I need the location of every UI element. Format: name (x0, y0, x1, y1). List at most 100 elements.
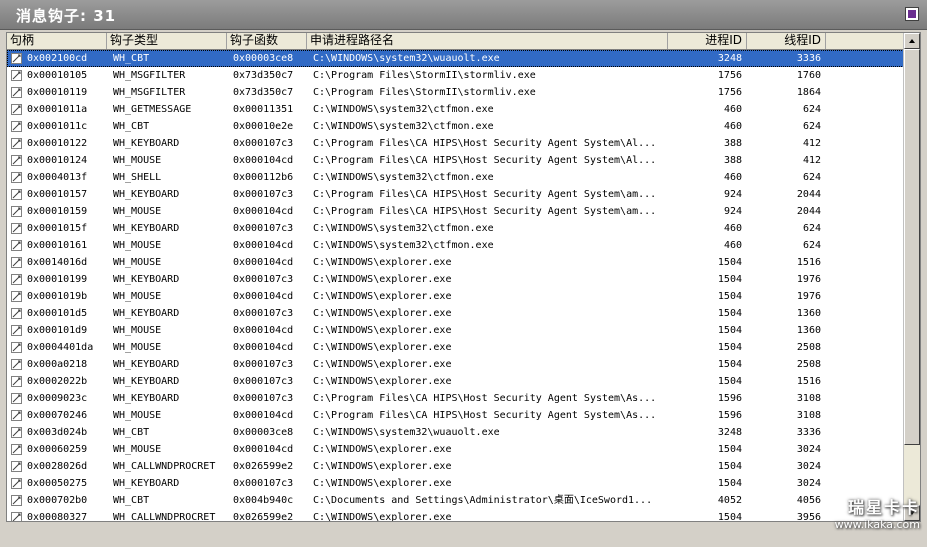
cell-process-path: C:\Program Files\CA HIPS\Host Security A… (313, 206, 657, 217)
table-row[interactable]: 0x003d024b WH_CBT 0x00003ce8 C:\WINDOWS\sys… (7, 424, 904, 441)
cell-hook-type: WH_CALLWNDPROCRET (113, 461, 216, 472)
table-row[interactable]: 0x0001011c WH_CBT 0x00010e2e C:\WINDOWS\sys… (7, 118, 904, 135)
table-row[interactable]: 0x00010199 WH_KEYBOARD 0x000107c3 C:\WINDOW… (7, 271, 904, 288)
table-row[interactable]: 0x00010119 WH_MSGFILTER 0x73d350c7 C:\Progr… (7, 84, 904, 101)
table-row[interactable]: 0x00010105 WH_MSGFILTER 0x73d350c7 C:\Progr… (7, 67, 904, 84)
table-row[interactable]: 0x00010161 WH_MOUSE 0x000104cd C:\WINDOWS\s… (7, 237, 904, 254)
cell-handle: 0x00080327 (27, 512, 88, 522)
cell-hook-type: WH_KEYBOARD (113, 478, 180, 489)
cell-pid: 460 (723, 223, 742, 234)
table-row[interactable]: 0x0001011a WH_GETMESSAGE 0x00011351 C:\WIND… (7, 101, 904, 118)
table-row[interactable]: 0x002100cd WH_CBT 0x00003ce8 C:\WINDOWS\sys… (7, 50, 904, 67)
table-row[interactable]: 0x000101d9 WH_MOUSE 0x000104cd C:\WINDOWS\e… (7, 322, 904, 339)
hook-entry-icon (11, 376, 22, 387)
cell-process-path: C:\Program Files\CA HIPS\Host Security A… (313, 155, 657, 166)
cell-hook-function: 0x000107c3 (233, 308, 294, 319)
table-row[interactable]: 0x00010159 WH_MOUSE 0x000104cd C:\Program F… (7, 203, 904, 220)
hook-entry-icon (11, 274, 22, 285)
cell-process-path: C:\WINDOWS\explorer.exe (313, 444, 452, 455)
table-row[interactable]: 0x000a0218 WH_KEYBOARD 0x000107c3 C:\WINDOW… (7, 356, 904, 373)
cell-tid: 2508 (796, 359, 821, 370)
column-header-pid[interactable]: 进程ID (668, 33, 747, 49)
hook-entry-icon (11, 342, 22, 353)
table-row[interactable]: 0x00050275 WH_KEYBOARD 0x000107c3 C:\WINDOW… (7, 475, 904, 492)
cell-handle: 0x0004013f (27, 172, 88, 183)
table-row[interactable]: 0x0014016d WH_MOUSE 0x000104cd C:\WINDOWS\e… (7, 254, 904, 271)
cell-tid: 624 (802, 223, 821, 234)
hook-entry-icon (11, 308, 22, 319)
cell-process-path: C:\Program Files\CA HIPS\Host Security A… (313, 138, 657, 149)
scrollbar-thumb[interactable] (904, 49, 920, 445)
hook-entry-icon (11, 461, 22, 472)
hook-list[interactable]: 句柄 钩子类型 钩子函数 申请进程路径名 进程ID 线程ID 0x002100c… (6, 32, 921, 522)
vertical-scrollbar[interactable] (903, 33, 920, 521)
cell-process-path: C:\WINDOWS\system32\ctfmon.exe (313, 223, 494, 234)
cell-tid: 2508 (796, 342, 821, 353)
scroll-up-icon[interactable] (904, 33, 920, 49)
cell-pid: 3248 (717, 427, 742, 438)
cell-handle: 0x00010105 (27, 70, 88, 81)
table-row[interactable]: 0x0028026d WH_CALLWNDPROCRET 0x026599e2 C:\… (7, 458, 904, 475)
cell-hook-type: WH_GETMESSAGE (113, 104, 192, 115)
cell-handle: 0x0004401da (27, 342, 94, 353)
cell-handle: 0x00060259 (27, 444, 88, 455)
cell-process-path: C:\WINDOWS\explorer.exe (313, 512, 452, 522)
cell-tid: 3024 (796, 478, 821, 489)
table-row[interactable]: 0x0004013f WH_SHELL 0x000112b6 C:\WINDOWS\s… (7, 169, 904, 186)
cell-process-path: C:\WINDOWS\explorer.exe (313, 359, 452, 370)
cell-process-path: C:\WINDOWS\explorer.exe (313, 376, 452, 387)
cell-process-path: C:\WINDOWS\explorer.exe (313, 342, 452, 353)
hook-entry-icon (11, 70, 22, 81)
cell-handle: 0x00010122 (27, 138, 88, 149)
table-row[interactable]: 0x0001015f WH_KEYBOARD 0x000107c3 C:\WINDOW… (7, 220, 904, 237)
cell-tid: 1760 (796, 70, 821, 81)
cell-tid: 2044 (796, 206, 821, 217)
cell-hook-function: 0x000107c3 (233, 393, 294, 404)
cell-hook-type: WH_MOUSE (113, 325, 162, 336)
table-row[interactable]: 0x00010124 WH_MOUSE 0x000104cd C:\Program F… (7, 152, 904, 169)
cell-tid: 3024 (796, 444, 821, 455)
cell-handle: 0x00010119 (27, 87, 88, 98)
cell-hook-function: 0x00011351 (233, 104, 294, 115)
cell-handle: 0x000101d9 (27, 325, 88, 336)
cell-hook-function: 0x00003ce8 (233, 53, 294, 64)
table-row[interactable]: 0x00060259 WH_MOUSE 0x000104cd C:\WINDOWS\e… (7, 441, 904, 458)
cell-tid: 1516 (796, 257, 821, 268)
cell-hook-type: WH_CBT (113, 427, 150, 438)
cell-pid: 1596 (717, 393, 742, 404)
table-row[interactable]: 0x00080327 WH_CALLWNDPROCRET 0x026599e2 C:\… (7, 509, 904, 522)
column-header-filler (826, 33, 904, 49)
cell-hook-type: WH_MSGFILTER (113, 70, 186, 81)
cell-hook-function: 0x000104cd (233, 257, 294, 268)
cell-pid: 1504 (717, 308, 742, 319)
window-titlebar: 消息钩子: 31 (0, 0, 927, 30)
cell-hook-function: 0x004b940c (233, 495, 294, 506)
cell-tid: 1864 (796, 87, 821, 98)
cell-handle: 0x00050275 (27, 478, 88, 489)
cell-pid: 3248 (717, 53, 742, 64)
column-header-handle[interactable]: 句柄 (7, 33, 107, 49)
column-header-tid[interactable]: 线程ID (747, 33, 826, 49)
cell-hook-function: 0x000104cd (233, 342, 294, 353)
cell-tid: 624 (802, 172, 821, 183)
table-row[interactable]: 0x00070246 WH_MOUSE 0x000104cd C:\Program F… (7, 407, 904, 424)
hook-entry-icon (11, 512, 22, 521)
table-row[interactable]: 0x000702b0 WH_CBT 0x004b940c C:\Documents a… (7, 492, 904, 509)
cell-process-path: C:\Documents and Settings\Administrator\… (313, 495, 653, 506)
cell-process-path: C:\Program Files\CA HIPS\Host Security A… (313, 410, 657, 421)
hook-entry-icon (11, 172, 22, 183)
column-header-process-path[interactable]: 申请进程路径名 (307, 33, 668, 49)
hook-entry-icon (11, 495, 22, 506)
cell-handle: 0x00010157 (27, 189, 88, 200)
column-header-hook-type[interactable]: 钩子类型 (107, 33, 227, 49)
column-header-hook-function[interactable]: 钩子函数 (227, 33, 307, 49)
table-row[interactable]: 0x000101d5 WH_KEYBOARD 0x000107c3 C:\WINDOW… (7, 305, 904, 322)
cell-pid: 1504 (717, 274, 742, 285)
window-menu-icon[interactable] (905, 7, 919, 21)
table-row[interactable]: 0x0002022b WH_KEYBOARD 0x000107c3 C:\WINDOW… (7, 373, 904, 390)
table-row[interactable]: 0x00010122 WH_KEYBOARD 0x000107c3 C:\Progra… (7, 135, 904, 152)
table-row[interactable]: 0x0001019b WH_MOUSE 0x000104cd C:\WINDOWS\e… (7, 288, 904, 305)
table-row[interactable]: 0x00010157 WH_KEYBOARD 0x000107c3 C:\Progra… (7, 186, 904, 203)
table-row[interactable]: 0x0009023c WH_KEYBOARD 0x000107c3 C:\Progra… (7, 390, 904, 407)
table-row[interactable]: 0x0004401da WH_MOUSE 0x000104cd C:\WINDOWS\… (7, 339, 904, 356)
